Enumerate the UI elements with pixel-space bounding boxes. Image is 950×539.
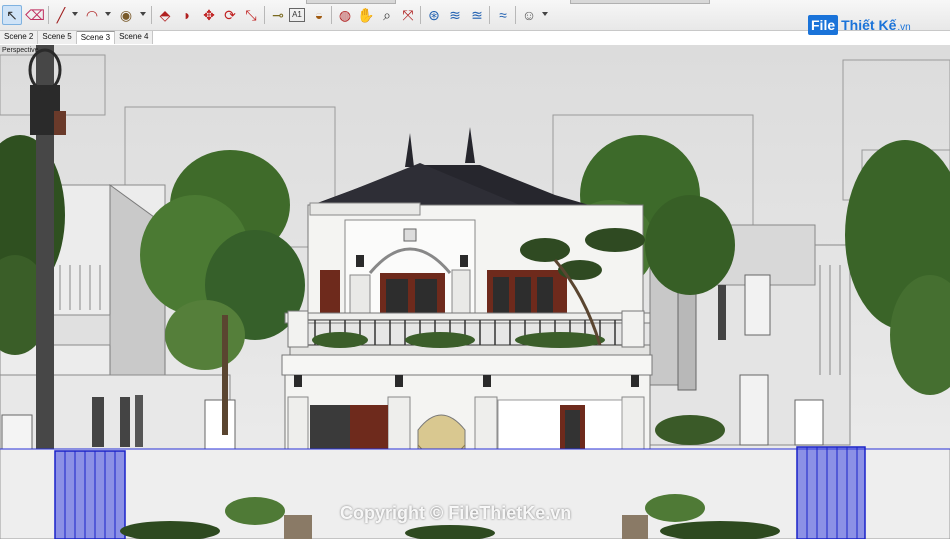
main-toolbar: ↖ ⌫ ╱ ◠ ◉ ⬘ ◗ ✥ ⟳ ⤡ ⊸ A1 ◒ ◍ ✋ ⌕ ⤧ ⊛ ≋ ≊… [0, 0, 950, 35]
toolbar-separator [331, 6, 332, 24]
tab-scene-3[interactable]: Scene 3 [76, 31, 116, 44]
account-icon[interactable]: ☺ [519, 5, 539, 25]
toolbar-separator [515, 6, 516, 24]
toolbar-separator [151, 6, 152, 24]
toolbar-separator [264, 6, 265, 24]
site-logo: File Thiết Kế .vn [808, 12, 911, 38]
logo-text: Thiết Kế [841, 17, 897, 33]
chevron-down-icon[interactable] [72, 12, 78, 16]
villa-model-render [0, 45, 950, 539]
logo-box: File [808, 15, 839, 35]
rotate-tool-icon[interactable]: ⟳ [220, 5, 240, 25]
toolbar-strip [306, 0, 396, 4]
text-tool-icon[interactable]: A1 [289, 8, 305, 22]
scale-tool-icon[interactable]: ⤡ [241, 5, 261, 25]
toolbar-separator [420, 6, 421, 24]
chevron-down-icon[interactable] [105, 12, 111, 16]
chevron-down-icon[interactable] [140, 12, 146, 16]
warehouse-icon[interactable]: ⊛ [424, 5, 444, 25]
zoom-extents-tool-icon[interactable]: ⤧ [398, 5, 418, 25]
select-tool-icon[interactable]: ↖ [2, 5, 22, 25]
tab-scene-4[interactable]: Scene 4 [115, 31, 154, 44]
tab-scene-2[interactable]: Scene 2 [0, 31, 39, 44]
chevron-down-icon[interactable] [542, 12, 548, 16]
copyright-watermark: Copyright © FileThietKe.vn [340, 503, 572, 523]
logo-suffix: .vn [897, 22, 911, 33]
camera-label: Perspective [2, 47, 39, 54]
orbit-tool-icon[interactable]: ◍ [335, 5, 355, 25]
paint-bucket-tool-icon[interactable]: ◒ [309, 5, 329, 25]
line-tool-icon[interactable]: ╱ [51, 5, 71, 25]
toolbar-strip [570, 0, 710, 4]
move-tool-icon[interactable]: ✥ [199, 5, 219, 25]
shape-tool-icon[interactable]: ◉ [116, 5, 136, 25]
model-viewport[interactable]: Perspective Copyright © FileThietKe.vn [0, 45, 950, 539]
toolbar-separator [48, 6, 49, 24]
layout-icon[interactable]: ≊ [467, 5, 487, 25]
scene-tabs: Scene 2 Scene 5 Scene 3 Scene 4 [0, 31, 154, 44]
follow-me-tool-icon[interactable]: ◗ [177, 5, 197, 25]
extension-manager-icon[interactable]: ≈ [493, 5, 513, 25]
pan-tool-icon[interactable]: ✋ [356, 5, 376, 25]
tape-measure-tool-icon[interactable]: ⊸ [268, 5, 288, 25]
push-pull-tool-icon[interactable]: ⬘ [155, 5, 175, 25]
tab-scene-5[interactable]: Scene 5 [38, 31, 77, 44]
arc-tool-icon[interactable]: ◠ [82, 5, 102, 25]
eraser-tool-icon[interactable]: ⌫ [25, 5, 45, 25]
zoom-tool-icon[interactable]: ⌕ [377, 5, 397, 25]
extension-warehouse-icon[interactable]: ≋ [445, 5, 465, 25]
toolbar-separator [489, 6, 490, 24]
